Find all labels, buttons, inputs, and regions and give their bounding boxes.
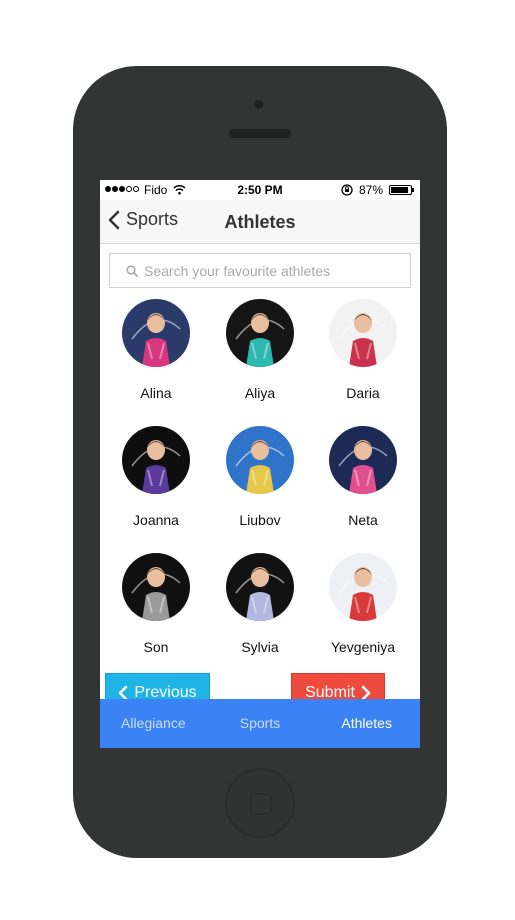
home-button[interactable] xyxy=(225,768,295,838)
rotation-lock-icon xyxy=(341,184,353,196)
athlete-name: Alina xyxy=(140,385,172,401)
athlete-name: Joanna xyxy=(133,512,179,528)
athlete-photo xyxy=(226,553,294,621)
athlete-photo xyxy=(122,553,190,621)
athlete-name: Son xyxy=(143,639,169,655)
battery-icon xyxy=(389,185,414,195)
athlete-name: Yevgeniya xyxy=(330,639,396,655)
earpiece-speaker xyxy=(229,129,291,138)
search-field[interactable] xyxy=(109,253,411,288)
search-input[interactable] xyxy=(144,262,394,279)
home-square-icon xyxy=(250,793,272,815)
status-bar: Fido 2:50 PM 87% xyxy=(100,180,420,200)
athlete-card[interactable]: Neta xyxy=(313,426,413,528)
athlete-photo xyxy=(226,426,294,494)
athlete-card[interactable]: Daria xyxy=(313,299,413,401)
athlete-name: Neta xyxy=(348,512,378,528)
battery-percentage: 87% xyxy=(359,183,384,197)
athlete-photo xyxy=(226,299,294,367)
page-title: Athletes xyxy=(224,212,296,232)
athlete-name: Liubov xyxy=(239,512,281,528)
athlete-name: Daria xyxy=(346,385,380,401)
athlete-photo xyxy=(122,299,190,367)
athlete-card[interactable]: Sylvia xyxy=(210,553,310,655)
athlete-photo xyxy=(329,299,397,367)
search-icon xyxy=(126,264,138,277)
athlete-photo xyxy=(329,426,397,494)
tab-bar: Allegiance Sports Athletes xyxy=(100,699,420,748)
athlete-photo xyxy=(122,426,190,494)
navigation-bar: Sports Athletes xyxy=(100,200,420,244)
athlete-card[interactable]: Alina xyxy=(106,299,206,401)
athlete-card[interactable]: Son xyxy=(106,553,206,655)
tab-athletes[interactable]: Athletes xyxy=(313,699,420,748)
athlete-card[interactable]: Aliya xyxy=(210,299,310,401)
front-camera xyxy=(254,100,263,109)
athlete-card[interactable]: Joanna xyxy=(106,426,206,528)
tab-sports[interactable]: Sports xyxy=(207,699,314,748)
athlete-name: Sylvia xyxy=(241,639,279,655)
tab-allegiance[interactable]: Allegiance xyxy=(100,699,207,748)
app-screen: Fido 2:50 PM 87% Sports Athletes Search … xyxy=(100,180,420,748)
athlete-name: Aliya xyxy=(244,385,276,401)
athlete-photo xyxy=(329,553,397,621)
athlete-card[interactable]: Yevgeniya xyxy=(313,553,413,655)
athlete-card[interactable]: Liubov xyxy=(210,426,310,528)
